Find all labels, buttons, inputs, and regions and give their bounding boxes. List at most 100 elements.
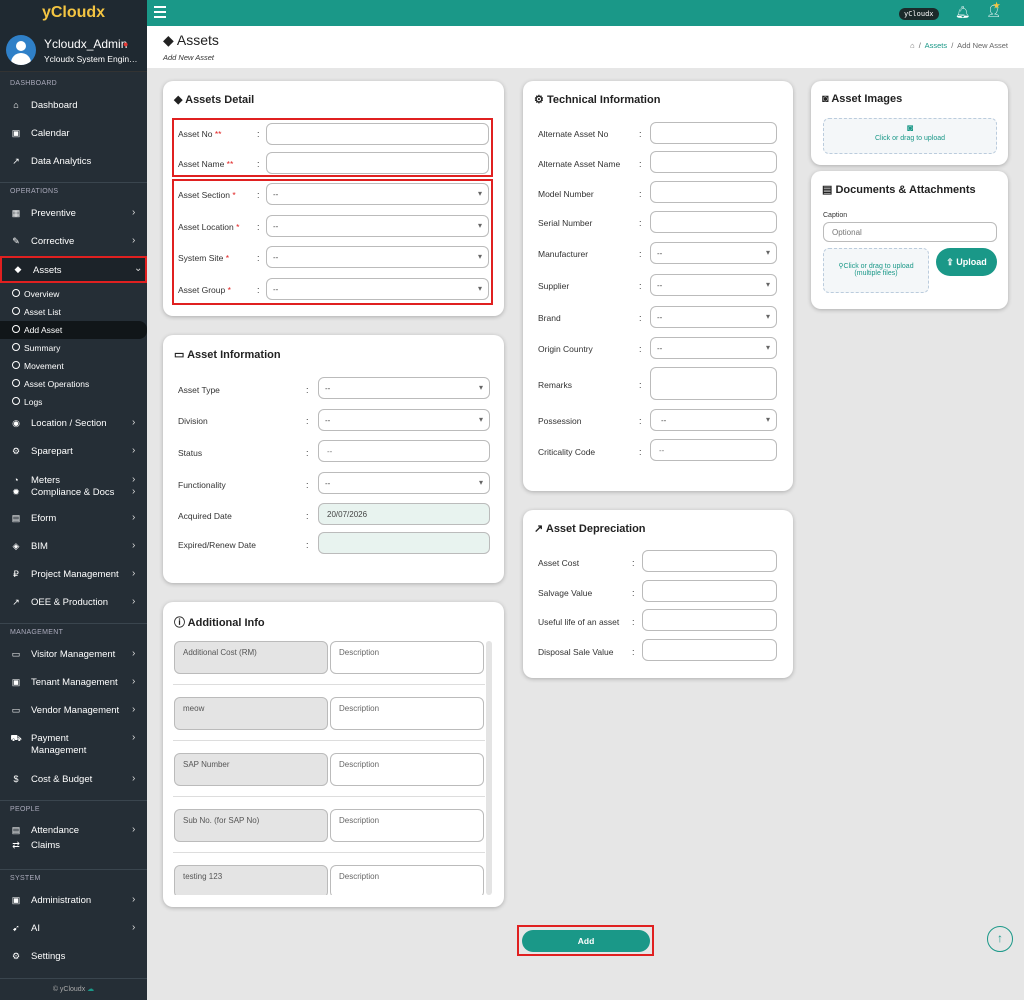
sidebar-item-assets[interactable]: ◆ Assets ⌄ (0, 256, 147, 283)
origin-country-select[interactable]: -- (650, 337, 777, 359)
sidebar-item-eform[interactable]: ▤ Eform › (0, 508, 147, 530)
sidebar-footer: © yCloudx ☁ (0, 978, 147, 1000)
subitem-asset-list[interactable]: Asset List (0, 303, 147, 321)
asset-location-select[interactable]: -- (266, 215, 489, 237)
additional-field-description[interactable]: Description (330, 809, 484, 842)
sidebar-item-payment[interactable]: ⛟ Payment Management › (0, 728, 147, 758)
sidebar-item-settings[interactable]: ⚙ Settings (0, 946, 147, 968)
subitem-movement[interactable]: Movement (0, 357, 147, 375)
sidebar-item-calendar[interactable]: ▣ Calendar (0, 123, 147, 145)
document-upload-dropzone[interactable]: ⚲Click or drag to upload (multiple files… (823, 248, 929, 293)
asset-location-label: Asset Location * (178, 222, 240, 232)
upload-button[interactable]: ⇪ Upload (936, 248, 997, 276)
useful-life-input[interactable] (642, 609, 777, 631)
functionality-select[interactable]: -- (318, 472, 490, 494)
hamburger-icon[interactable] (154, 6, 166, 18)
division-select[interactable]: -- (318, 409, 490, 431)
alt-asset-no-input[interactable] (650, 122, 777, 144)
brand-label: Brand (538, 313, 561, 323)
breadcrumb-assets-link[interactable]: Assets (925, 41, 948, 50)
possession-select[interactable]: -- (650, 409, 777, 431)
sidebar-item-location[interactable]: ◉ Location / Section › (0, 413, 147, 435)
caption-label: Caption (823, 212, 848, 219)
manufacturer-select[interactable]: -- (650, 242, 777, 264)
brand-select[interactable]: -- (650, 306, 777, 328)
subitem-logs[interactable]: Logs (0, 393, 147, 411)
add-button[interactable]: Add (522, 930, 650, 952)
additional-field-description[interactable]: Description (330, 641, 484, 674)
sidebar-item-sparepart[interactable]: ⚙ Sparepart › (0, 441, 147, 463)
section-dashboard: DASHBOARD (10, 80, 58, 87)
sidebar-item-corrective[interactable]: ✎ Corrective › (0, 231, 147, 253)
additional-field-name[interactable]: Additional Cost (RM) (174, 641, 328, 674)
expired-date-input[interactable] (318, 532, 490, 554)
criticality-code-input[interactable]: -- (650, 439, 777, 461)
sidebar-item-ai[interactable]: ➹ AI › (0, 918, 147, 940)
asset-type-select[interactable]: -- (318, 377, 490, 399)
acquired-date-input[interactable]: 20/07/2026 (318, 503, 490, 525)
technical-information-card: ⚙ Technical Information Alternate Asset … (523, 81, 793, 491)
status-input[interactable]: -- (318, 440, 490, 462)
additional-field-description[interactable]: Description (330, 753, 484, 786)
serial-number-input[interactable] (650, 211, 777, 233)
card-title: ⓘ Additional Info (174, 617, 265, 629)
model-number-input[interactable] (650, 181, 777, 203)
tenant-badge[interactable]: yCloudx (899, 8, 939, 20)
sidebar-item-administration[interactable]: ▣ Administration › (0, 890, 147, 912)
remarks-textarea[interactable] (650, 367, 777, 400)
image-upload-dropzone[interactable]: ◙ Click or drag to upload (823, 118, 997, 154)
sidebar-item-analytics[interactable]: ↗ Data Analytics (0, 151, 147, 173)
bell-icon[interactable]: 🔔︎ (955, 5, 970, 19)
sidebar-item-oee[interactable]: ↗ OEE & Production › (0, 592, 147, 614)
sidebar-item-project[interactable]: ₽ Project Management › (0, 564, 147, 586)
sidebar-item-attendance[interactable]: ▤ Attendance › (0, 820, 147, 842)
additional-field-name[interactable]: meow (174, 697, 328, 730)
sidebar-item-vendor[interactable]: ▭ Vendor Management › (0, 700, 147, 722)
sidebar-item-preventive[interactable]: ▦ Preventive › (0, 203, 147, 225)
additional-field-name[interactable]: SAP Number (174, 753, 328, 786)
subitem-overview[interactable]: Overview (0, 285, 147, 303)
sidebar-item-visitor[interactable]: ▭ Visitor Management › (0, 644, 147, 666)
chevron-right-icon: › (132, 540, 136, 551)
additional-field-description[interactable]: Description (330, 697, 484, 730)
page-subtitle: Add New Asset (163, 53, 214, 62)
calendar-icon: ▣ (11, 128, 21, 138)
system-site-select[interactable]: -- (266, 246, 489, 268)
asset-no-label: Asset No ** (178, 129, 222, 139)
sidebar-item-tenant[interactable]: ▣ Tenant Management › (0, 672, 147, 694)
asset-name-input[interactable] (266, 152, 489, 174)
supplier-select[interactable]: -- (650, 274, 777, 296)
user-icon[interactable]: 👤︎ ★ (986, 1, 1001, 18)
asset-group-select[interactable]: -- (266, 278, 489, 300)
sidebar-item-bim[interactable]: ◈ BIM › (0, 536, 147, 558)
subitem-asset-operations[interactable]: Asset Operations (0, 375, 147, 393)
possession-label: Possession (538, 416, 582, 426)
chevron-right-icon: › (132, 732, 136, 743)
alt-asset-name-input[interactable] (650, 151, 777, 173)
scrollbar[interactable] (486, 641, 492, 895)
additional-field-name[interactable]: testing 123 (174, 865, 328, 895)
user-profile[interactable]: Ycloudx_Admin ● Ycloudx System Engin… (0, 26, 147, 72)
additional-field-name[interactable]: Sub No. (for SAP No) (174, 809, 328, 842)
app-logo[interactable]: yCloudx (0, 0, 147, 26)
globe-icon: ◉ (12, 418, 20, 428)
subitem-add-asset[interactable]: Add Asset (0, 321, 147, 339)
sidebar-item-compliance[interactable]: ✹ Compliance & Docs › (0, 482, 147, 504)
status-label: Status (178, 448, 203, 458)
sidebar-item-dashboard[interactable]: ⌂ Dashboard (0, 95, 147, 117)
asset-no-input[interactable] (266, 123, 489, 145)
asset-section-select[interactable]: -- (266, 183, 489, 205)
subitem-summary[interactable]: Summary (0, 339, 147, 357)
additional-field-description[interactable]: Description (330, 865, 484, 895)
disposal-sale-value-input[interactable] (642, 639, 777, 661)
asset-cost-input[interactable] (642, 550, 777, 572)
salvage-value-input[interactable] (642, 580, 777, 602)
scroll-to-top-icon[interactable]: ↑ (987, 926, 1013, 952)
home-icon[interactable]: ⌂ (910, 41, 915, 50)
sidebar-item-cost[interactable]: $ Cost & Budget › (0, 769, 147, 791)
caption-input[interactable]: Optional (823, 222, 997, 242)
sidebar-item-claims[interactable]: ⇄ Claims (0, 840, 147, 854)
chevron-right-icon: › (132, 596, 136, 607)
additional-info-list[interactable]: Additional Cost (RM) Description meow De… (163, 639, 504, 895)
asset-type-label: Asset Type (178, 385, 220, 395)
